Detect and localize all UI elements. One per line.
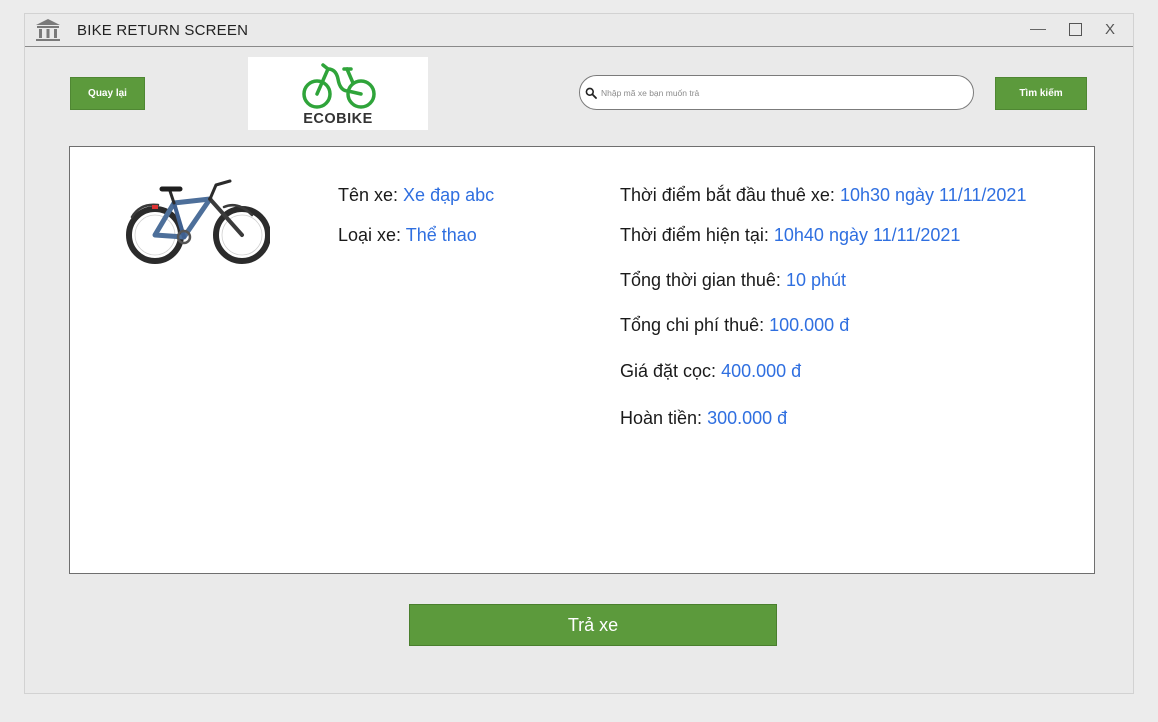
deposit-value: 400.000 đ (721, 361, 802, 381)
refund-value: 300.000 đ (707, 408, 788, 428)
bike-info-panel: Tên xe: Xe đạp abc Loại xe: Thể thao Thờ… (69, 146, 1095, 574)
bike-type-field: Loại xe: Thể thao (338, 225, 477, 246)
window-title: BIKE RETURN SCREEN (77, 22, 249, 39)
bike-type-label: Loại xe: (338, 225, 402, 245)
start-time-value: 10h30 ngày 11/11/2021 (839, 185, 1027, 205)
search-icon (585, 87, 597, 99)
current-time-field: Thời điểm hiện tại: 10h40 ngày 11/11/202… (620, 225, 960, 246)
return-bike-button[interactable]: Trả xe (409, 604, 777, 646)
search-input[interactable] (601, 84, 961, 102)
ecobike-logo: ECOBIKE (248, 57, 428, 130)
search-field[interactable] (579, 75, 974, 110)
deposit-field: Giá đặt cọc: 400.000 đ (620, 361, 801, 382)
bike-name-field: Tên xe: Xe đạp abc (338, 185, 494, 206)
bike-name-value: Xe đạp abc (403, 185, 495, 205)
bike-type-value: Thể thao (405, 225, 477, 245)
current-time-label: Thời điểm hiện tại: (620, 225, 769, 245)
refund-field: Hoàn tiền: 300.000 đ (620, 408, 787, 429)
logo-text: ECOBIKE (303, 111, 373, 127)
total-duration-label: Tổng thời gian thuê: (620, 270, 781, 290)
search-button[interactable]: Tìm kiếm (995, 77, 1087, 110)
bike-image (126, 179, 270, 264)
bike-name-label: Tên xe: (338, 185, 399, 205)
total-cost-label: Tổng chi phí thuê: (620, 315, 765, 335)
bank-icon (36, 19, 60, 41)
minimize-button[interactable] (1028, 20, 1048, 40)
start-time-field: Thời điểm bắt đầu thuê xe: 10h30 ngày 11… (620, 185, 1026, 206)
bicycle-logo-icon (302, 63, 376, 109)
back-button[interactable]: Quay lại (70, 77, 145, 110)
total-cost-value: 100.000 đ (769, 315, 850, 335)
total-cost-field: Tổng chi phí thuê: 100.000 đ (620, 315, 849, 336)
title-bar: BIKE RETURN SCREEN X (25, 14, 1133, 47)
start-time-label: Thời điểm bắt đầu thuê xe: (620, 185, 835, 205)
refund-label: Hoàn tiền: (620, 408, 703, 428)
total-duration-value: 10 phút (785, 270, 846, 290)
close-button[interactable]: X (1100, 20, 1120, 40)
deposit-label: Giá đặt cọc: (620, 361, 717, 381)
app-window: BIKE RETURN SCREEN X Quay lại ECOBIKE Tì (24, 13, 1134, 694)
maximize-button[interactable] (1065, 20, 1085, 40)
total-duration-field: Tổng thời gian thuê: 10 phút (620, 270, 846, 291)
current-time-value: 10h40 ngày 11/11/2021 (773, 225, 961, 245)
